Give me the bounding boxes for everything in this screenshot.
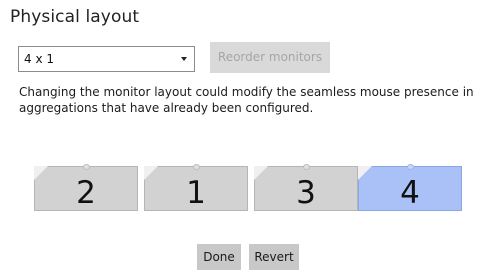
monitor-tile[interactable]: 2	[34, 164, 138, 211]
camera-dot-icon	[83, 164, 90, 170]
monitor-number: 1	[186, 175, 206, 211]
camera-dot-icon	[193, 164, 200, 170]
monitor-tile-selected[interactable]: 4	[358, 164, 462, 211]
done-button[interactable]: Done	[197, 244, 241, 270]
corner-notch-icon	[358, 166, 372, 180]
corner-notch-icon	[144, 166, 158, 180]
corner-notch-icon	[34, 166, 48, 180]
layout-select-value: 4 x 1	[24, 52, 54, 66]
chevron-down-icon[interactable]	[181, 57, 187, 61]
layout-warning-text: Changing the monitor layout could modify…	[19, 85, 474, 115]
monitor-number: 3	[296, 175, 316, 211]
corner-notch-icon	[254, 166, 268, 180]
monitor-number: 4	[400, 175, 420, 211]
layout-select[interactable]: 4 x 1	[18, 46, 195, 72]
monitor-number: 2	[76, 175, 96, 211]
section-title: Physical layout	[10, 7, 140, 27]
monitor-tile[interactable]: 3	[254, 164, 358, 211]
revert-button[interactable]: Revert	[249, 244, 299, 270]
camera-dot-icon	[303, 164, 310, 170]
camera-dot-icon	[407, 164, 414, 170]
reorder-monitors-button[interactable]: Reorder monitors	[210, 42, 330, 73]
monitor-tile[interactable]: 1	[144, 164, 248, 211]
